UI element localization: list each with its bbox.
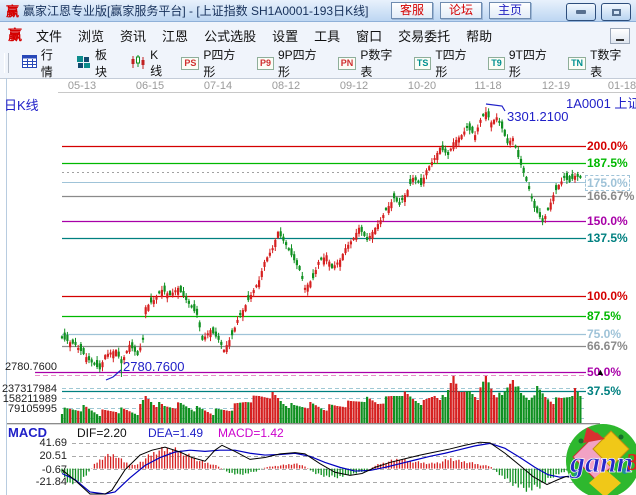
peak-price-annotation: 3301.2100	[507, 109, 568, 124]
gann-level-label: 187.5%	[587, 156, 628, 170]
axis-date-label: 01-18	[602, 80, 636, 92]
svg-text:3: 3	[627, 450, 636, 476]
macd-scale-label: -21.84	[0, 476, 67, 488]
gann-level-label: 37.5%	[587, 384, 621, 398]
pane-label-daily-kline: 日K线	[4, 95, 39, 114]
macd-dea-value: DEA=1.49	[148, 426, 203, 440]
gann-level-label: 150.0%	[587, 214, 628, 228]
macd-scale-label: -0.67	[0, 464, 67, 476]
axis-date-label: 11-18	[468, 80, 508, 92]
macd-scale-label: 41.69	[0, 437, 67, 449]
axis-date-label: 12-19	[536, 80, 576, 92]
axis-date-label: 05-13	[62, 80, 102, 92]
macd-dif-value: DIF=2.20	[77, 426, 127, 440]
gann-level-label: 66.67%	[587, 339, 628, 353]
low-price-annotation: 2780.7600	[123, 359, 184, 374]
gann-level-label: 137.5%	[587, 231, 628, 245]
gann-level-label: 87.5%	[587, 309, 621, 323]
chart-canvas[interactable]: gann3	[0, 0, 636, 495]
level-marker-triangle-icon: ▲	[596, 367, 605, 377]
gann-level-label: 100.0%	[587, 289, 628, 303]
axis-date-label: 07-14	[198, 80, 238, 92]
macd-macd-value: MACD=1.42	[218, 426, 284, 440]
axis-date-label: 10-20	[402, 80, 442, 92]
axis-date-label: 09-12	[334, 80, 374, 92]
left-price-label: 2780.7600	[0, 361, 57, 373]
axis-date-label: 06-15	[130, 80, 170, 92]
axis-date-label: 08-12	[266, 80, 306, 92]
volume-scale-label: 79105995	[0, 403, 57, 415]
application-window: 赢 赢家江恩专业版[赢家服务平台] - [上证指数 SH1A0001-193日K…	[0, 0, 636, 495]
gann-level-label: 166.67%	[587, 189, 634, 203]
gann-level-label: 200.0%	[587, 139, 628, 153]
svg-text:gann: gann	[569, 446, 633, 479]
macd-scale-label: 20.51	[0, 450, 67, 462]
symbol-label: 1A0001 上证指数	[566, 93, 636, 112]
gann-logo: gann3	[566, 424, 636, 495]
